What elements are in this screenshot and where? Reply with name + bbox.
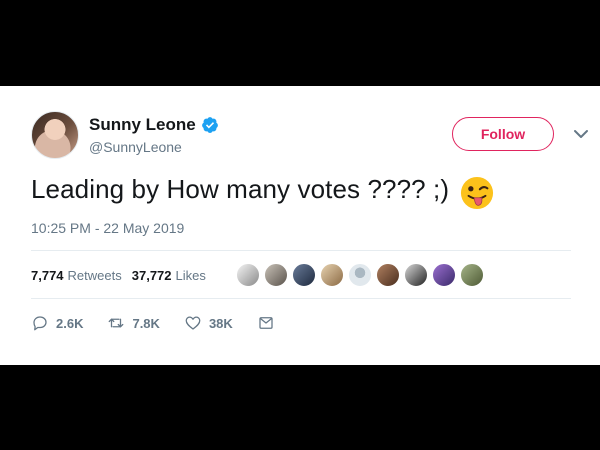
display-name[interactable]: Sunny Leone [89,115,196,135]
avatar[interactable] [31,111,79,159]
retweet-button[interactable]: 7.8K [107,314,160,332]
envelope-icon [259,317,273,329]
liker-avatar[interactable] [236,263,260,287]
heart-icon [185,316,201,330]
liker-avatars [236,263,488,287]
winking-face-with-tongue-icon [460,176,494,210]
follow-button[interactable]: Follow [452,117,554,151]
liker-avatar[interactable] [348,263,372,287]
liker-avatar[interactable] [460,263,484,287]
likes-stat[interactable]: 37,772 Likes [132,268,206,283]
tweet-text: Leading by How many votes ???? ;) [31,174,450,204]
verified-badge-icon [202,117,218,133]
like-button[interactable]: 38K [184,314,233,332]
divider [31,298,571,299]
likes-count: 37,772 [131,267,172,283]
retweets-count: 7,774 [31,267,64,283]
timestamp[interactable]: 10:25 PM - 22 May 2019 [31,220,184,236]
liker-avatar[interactable] [404,263,428,287]
retweets-stat[interactable]: 7,774 Retweets [31,268,122,283]
reply-button[interactable]: 2.6K [31,314,83,332]
likes-label: Likes [175,267,206,283]
liker-avatar[interactable] [376,263,400,287]
like-count: 38K [208,315,233,331]
reply-count: 2.6K [56,315,84,331]
tweet-card: Sunny Leone @SunnyLeone Follow Leading b… [0,86,600,365]
username[interactable]: @SunnyLeone [89,139,182,155]
retweets-label: Retweets [67,267,122,283]
divider [31,250,571,251]
chevron-down-icon[interactable] [573,128,589,140]
retweet-icon [109,318,124,328]
liker-avatar[interactable] [264,263,288,287]
liker-avatar[interactable] [292,263,316,287]
engagement-stats: 7,774 Retweets 37,772 Likes [31,263,216,287]
tweet-actions: 2.6K 7.8K 38K [31,311,306,335]
liker-avatar[interactable] [320,263,344,287]
retweet-count: 7.8K [132,315,160,331]
liker-avatar[interactable] [432,263,456,287]
reply-icon [33,316,47,331]
direct-message-button[interactable] [257,314,282,332]
